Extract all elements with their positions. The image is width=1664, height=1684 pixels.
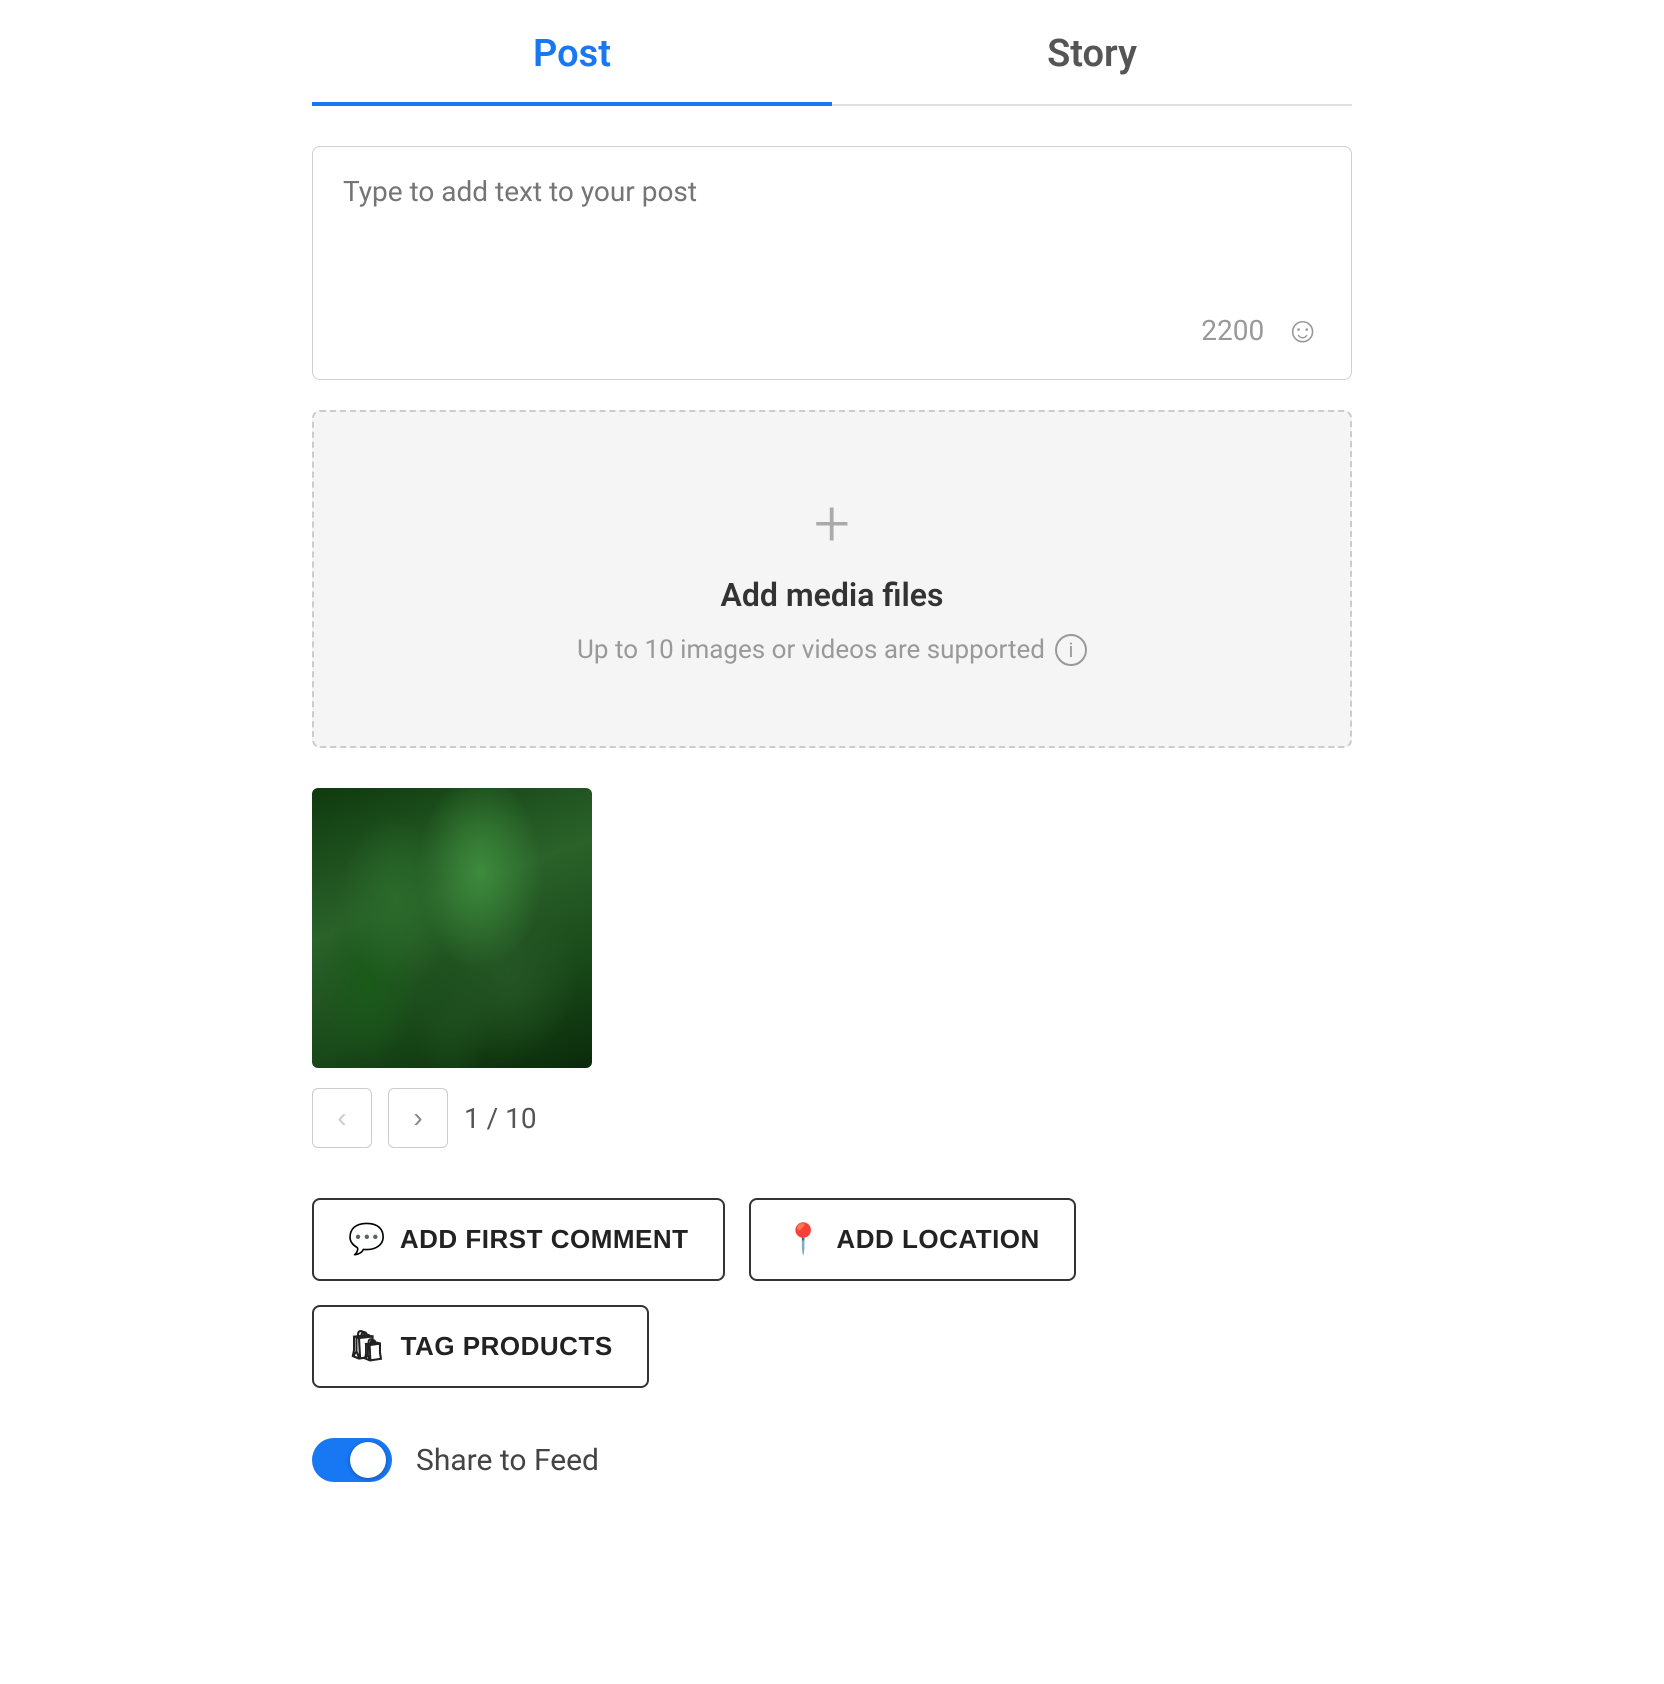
comment-icon: 💬 bbox=[348, 1222, 386, 1257]
tab-post-label: Post bbox=[533, 32, 611, 76]
tab-bar: Post Story bbox=[312, 0, 1352, 106]
leaf-pattern bbox=[312, 788, 592, 1068]
char-count: 2200 bbox=[1201, 314, 1264, 347]
page-indicator: 1 / 10 bbox=[464, 1102, 537, 1135]
image-thumbnail bbox=[312, 788, 592, 1068]
textarea-footer: 2200 ☺ bbox=[343, 309, 1321, 351]
next-button[interactable]: › bbox=[388, 1088, 448, 1148]
media-upload-area[interactable]: + Add media files Up to 10 images or vid… bbox=[312, 410, 1352, 748]
thumbnail-image bbox=[312, 788, 592, 1068]
share-feed-label: Share to Feed bbox=[416, 1443, 599, 1478]
toggle-knob bbox=[350, 1442, 386, 1478]
next-icon: › bbox=[413, 1102, 422, 1134]
add-first-comment-button[interactable]: 💬 ADD FIRST COMMENT bbox=[312, 1198, 725, 1281]
location-icon: 📍 bbox=[785, 1222, 823, 1257]
add-location-label: ADD LOCATION bbox=[836, 1224, 1039, 1255]
support-text-content: Up to 10 images or videos are supported bbox=[577, 635, 1045, 665]
media-support-text: Up to 10 images or videos are supported … bbox=[577, 634, 1087, 666]
add-media-label: Add media files bbox=[721, 576, 944, 614]
tab-story-label: Story bbox=[1047, 32, 1137, 76]
add-location-button[interactable]: 📍 ADD LOCATION bbox=[749, 1198, 1076, 1281]
add-first-comment-label: ADD FIRST COMMENT bbox=[400, 1224, 689, 1255]
post-textarea[interactable] bbox=[343, 175, 1321, 295]
prev-button[interactable]: ‹ bbox=[312, 1088, 372, 1148]
emoji-icon[interactable]: ☺ bbox=[1284, 309, 1321, 351]
tag-products-button[interactable]: 🛍 TAG PRODUCTS bbox=[312, 1305, 649, 1388]
info-icon: i bbox=[1055, 634, 1087, 666]
action-buttons: 💬 ADD FIRST COMMENT 📍 ADD LOCATION 🛍 TAG… bbox=[312, 1198, 1352, 1388]
image-preview-section: ‹ › 1 / 10 bbox=[312, 788, 1352, 1148]
share-feed-toggle[interactable] bbox=[312, 1438, 392, 1482]
products-icon: 🛍 bbox=[348, 1329, 387, 1364]
tab-story[interactable]: Story bbox=[832, 0, 1352, 104]
tag-products-label: TAG PRODUCTS bbox=[401, 1331, 613, 1362]
pagination-controls: ‹ › 1 / 10 bbox=[312, 1088, 1352, 1148]
share-feed-row: Share to Feed bbox=[312, 1438, 1352, 1482]
prev-icon: ‹ bbox=[337, 1102, 346, 1134]
tab-post[interactable]: Post bbox=[312, 0, 832, 104]
add-media-icon: + bbox=[814, 492, 850, 556]
post-text-area-wrapper: 2200 ☺ bbox=[312, 146, 1352, 380]
